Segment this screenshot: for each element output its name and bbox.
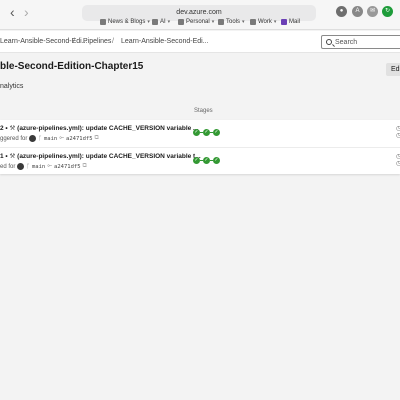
run-meta: ed for ᚴ main ⟜ a2471df5 ⧉	[0, 163, 87, 170]
link-icon[interactable]: ⧉	[95, 135, 99, 142]
chevron-down-icon: ▾	[242, 19, 245, 25]
favorite-label: Work	[258, 19, 272, 25]
favorite-label: Personal	[186, 19, 210, 25]
run-number: 2 •	[0, 125, 8, 132]
extension-icon[interactable]: ●	[336, 6, 347, 17]
commit-id[interactable]: a2471df5	[54, 164, 81, 170]
favorite-label: Mail	[289, 19, 301, 25]
favorite-label: News & Blogs	[108, 19, 146, 25]
breadcrumb-pipeline[interactable]: Learn-Ansible-Second-Edi...	[121, 38, 209, 45]
commit-id[interactable]: a2471df5	[66, 136, 93, 142]
stage-success-icon[interactable]: ✓	[203, 129, 210, 136]
forward-arrow-icon[interactable]: ›	[24, 5, 29, 19]
trigger-text: ed for	[0, 163, 16, 170]
folder-icon	[218, 19, 224, 25]
stages-status[interactable]: ✓ ✓ ✓	[193, 157, 220, 164]
stage-success-icon[interactable]: ✓	[213, 129, 220, 136]
tab-analytics[interactable]: nalytics	[0, 83, 23, 90]
run-message: (azure-pipelines.yml): update CACHE_VERS…	[17, 125, 199, 132]
chevron-down-icon: ▾	[211, 19, 215, 25]
url-text: dev.azure.com	[176, 9, 222, 16]
stage-success-icon[interactable]: ✓	[193, 157, 200, 164]
favorites-bar: News & Blogs ▾ AI ▾ Personal ▾ Tools ▾ Work ▾…	[0, 18, 400, 30]
run-number: 1 •	[0, 153, 8, 160]
stages-status[interactable]: ✓ ✓ ✓	[193, 129, 220, 136]
favorite-work[interactable]: Work ▾	[250, 19, 276, 25]
favorite-mail[interactable]: Mail	[281, 19, 300, 25]
run-time-icon: ◷ ◷	[396, 126, 400, 139]
search-icon	[326, 39, 332, 45]
page-title: ble-Second-Edition-Chapter15	[0, 61, 144, 72]
chevron-down-icon: ▾	[273, 19, 277, 25]
favorite-ai[interactable]: AI ▾	[152, 19, 170, 25]
run-title[interactable]: 2 • ⚒ (azure-pipelines.yml): update CACH…	[0, 124, 198, 132]
stage-success-icon[interactable]: ✓	[193, 129, 200, 136]
edit-button[interactable]: Edi	[386, 63, 400, 76]
run-time-icon: ◷ ◷	[396, 154, 400, 167]
favorite-news[interactable]: News & Blogs ▾	[100, 19, 150, 25]
trigger-text: ggered for	[0, 135, 28, 142]
run-message: (azure-pipelines.yml): update CACHE_VERS…	[17, 153, 201, 160]
translate-icon[interactable]: A	[352, 6, 363, 17]
run-title[interactable]: 1 • ⚒ (azure-pipelines.yml): update CACH…	[0, 152, 201, 160]
wrench-icon: ⚒	[9, 125, 16, 132]
avatar	[17, 163, 25, 170]
search-placeholder: Search	[335, 39, 358, 46]
table-row[interactable]: 1 • ⚒ (azure-pipelines.yml): update CACH…	[0, 147, 400, 174]
runs-table: 2 • ⚒ (azure-pipelines.yml): update CACH…	[0, 120, 400, 174]
favorite-label: Tools	[226, 19, 241, 25]
branch-name[interactable]: main	[32, 164, 45, 170]
favorite-personal[interactable]: Personal ▾	[178, 19, 214, 25]
branch-name[interactable]: main	[44, 136, 57, 142]
breadcrumb-pipelines[interactable]: Pipelines	[83, 38, 111, 45]
link-icon[interactable]: ⧉	[83, 163, 87, 170]
mail-icon	[281, 19, 287, 25]
wrench-icon: ⚒	[9, 153, 16, 160]
folder-icon	[178, 19, 184, 25]
breadcrumb-separator: /	[112, 38, 114, 45]
sync-icon[interactable]: ↻	[382, 6, 393, 17]
favorite-tools[interactable]: Tools ▾	[218, 19, 245, 25]
folder-icon	[100, 19, 106, 25]
stages-column-header: Stages	[194, 108, 213, 114]
browser-toolbar: ‹ › dev.azure.com ● A ✉ ↻ News & Blogs ▾ …	[0, 0, 400, 30]
stage-success-icon[interactable]: ✓	[203, 157, 210, 164]
favorite-label: AI	[160, 19, 166, 25]
run-meta: ggered for ᚴ main ⟜ a2471df5 ⧉	[0, 135, 99, 142]
table-row[interactable]: 2 • ⚒ (azure-pipelines.yml): update CACH…	[0, 120, 400, 147]
branch-icon: ᚴ	[38, 135, 42, 142]
search-box[interactable]: Search	[321, 35, 400, 49]
breadcrumb-separator: /	[73, 38, 75, 45]
folder-icon	[152, 19, 158, 25]
stage-success-icon[interactable]: ✓	[213, 157, 220, 164]
back-arrow-icon[interactable]: ‹	[10, 5, 15, 19]
chevron-down-icon: ▾	[147, 19, 150, 25]
branch-icon: ᚴ	[26, 163, 30, 170]
chat-icon[interactable]: ✉	[367, 6, 378, 17]
page-header: Learn-Ansible-Second-Edi... / Pipelines …	[0, 31, 400, 53]
avatar	[29, 135, 37, 142]
commit-icon: ⟜	[47, 163, 53, 169]
commit-icon: ⟜	[59, 135, 65, 141]
chevron-down-icon: ▾	[167, 19, 171, 25]
folder-icon	[250, 19, 256, 25]
